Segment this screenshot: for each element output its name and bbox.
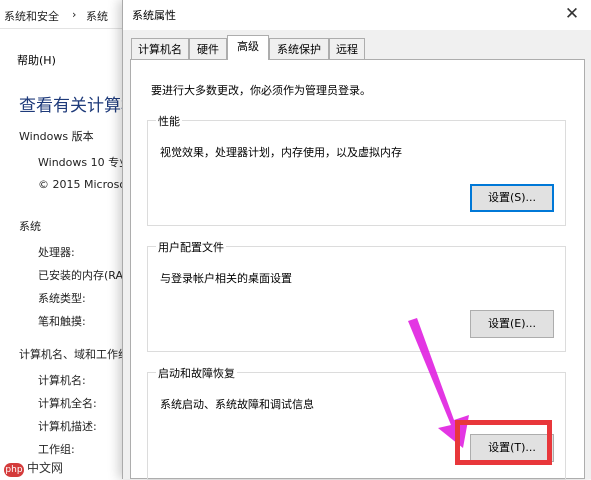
- watermark-logo: php: [4, 463, 24, 477]
- annotation-highlight-box: [455, 420, 552, 465]
- watermark: php 中文网: [4, 459, 63, 477]
- watermark-text: 中文网: [27, 461, 64, 475]
- annotation-arrow: [408, 318, 469, 448]
- tab-advanced[interactable]: 高级: [227, 35, 269, 60]
